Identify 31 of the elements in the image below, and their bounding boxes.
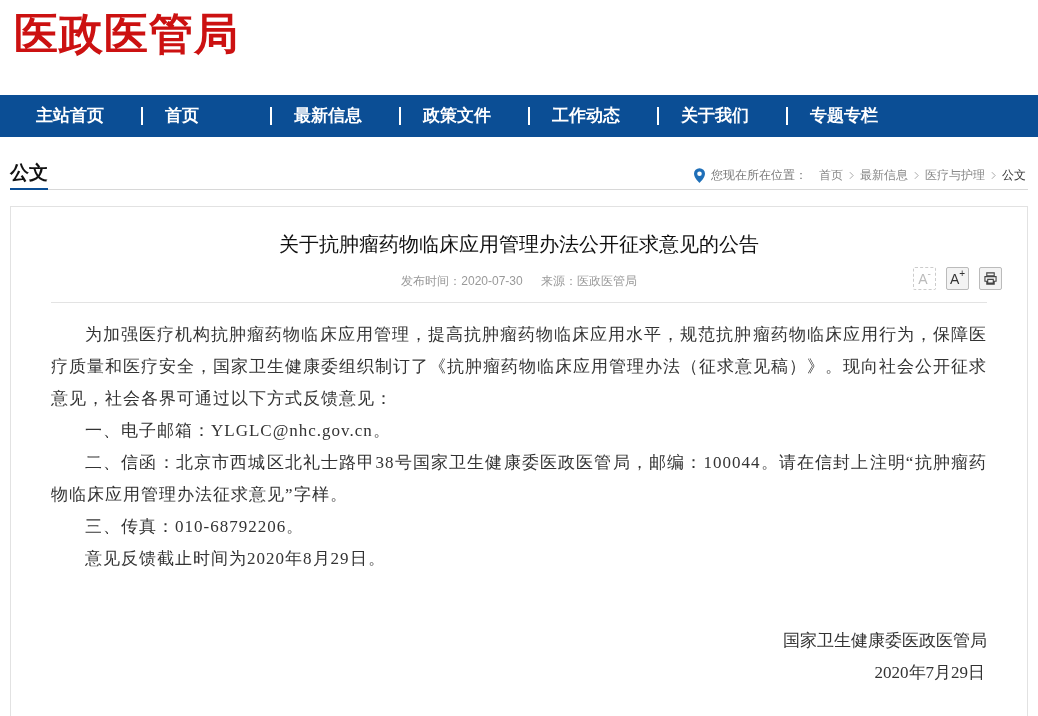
nav-link[interactable]: 工作动态	[530, 103, 620, 129]
nav-link[interactable]: 关于我们	[659, 103, 749, 129]
printer-icon	[984, 272, 997, 285]
chevron-right-icon	[914, 170, 919, 180]
signature-date: 2020年7月29日	[874, 662, 986, 684]
nav-link[interactable]: 主站首页	[14, 103, 104, 129]
signature-issuer: 国家卫生健康委医政医管局	[783, 630, 987, 652]
nav-link[interactable]: 专题专栏	[788, 103, 878, 129]
breadcrumb-link[interactable]: 医疗与护理	[925, 166, 985, 184]
breadcrumb-link[interactable]: 首页	[819, 166, 843, 184]
chevron-right-icon	[849, 170, 854, 180]
chevron-right-icon	[991, 170, 996, 180]
nav-link[interactable]: 最新信息	[272, 103, 362, 129]
article-meta: 发布时间：2020-07-30	[401, 272, 523, 290]
increase-font-button[interactable]: A+	[946, 267, 969, 290]
paragraph: 为加强医疗机构抗肿瘤药物临床应用管理，提高抗肿瘤药物临床应用水平，规范抗肿瘤药物临床应用行为，保障医疗质量和医疗安全，国家卫生健康委组织制订了《抗肿瘤药物临床应用管理办法（征求意见稿）》。现向社会公开征求意见，社会各界可通过以下方式反馈意见：	[51, 324, 987, 410]
article-meta: 来源：医政医管局	[540, 272, 637, 290]
paragraph: 意见反馈截止时间为2020年8月29日。	[84, 548, 387, 570]
paragraph: 三、传真：010-68792206。	[84, 516, 306, 538]
nav-link[interactable]: 首页	[143, 103, 199, 129]
location-pin-icon	[694, 167, 705, 183]
article-title: 关于抗肿瘤药物临床应用管理办法公开征求意见的公告	[278, 232, 760, 257]
site-title: 医政医管局	[14, 8, 239, 60]
breadcrumb-label: 您现在所在位置：	[711, 167, 807, 184]
paragraph: 二、信函：北京市西城区北礼士路甲38号国家卫生健康委医政医管局，邮编：100044。请在信封上注明“抗肿瘤药物临床应用管理办法征求意见”字样。	[51, 452, 987, 506]
nav-link[interactable]: 政策文件	[401, 103, 491, 129]
breadcrumb-link[interactable]: 最新信息	[860, 166, 908, 184]
print-button[interactable]	[979, 267, 1002, 290]
breadcrumb-link[interactable]: 公文	[1002, 166, 1026, 184]
paragraph: 一、电子邮箱：YLGLC@nhc.gov.cn。	[84, 420, 392, 442]
section-title: 公文	[10, 159, 48, 190]
